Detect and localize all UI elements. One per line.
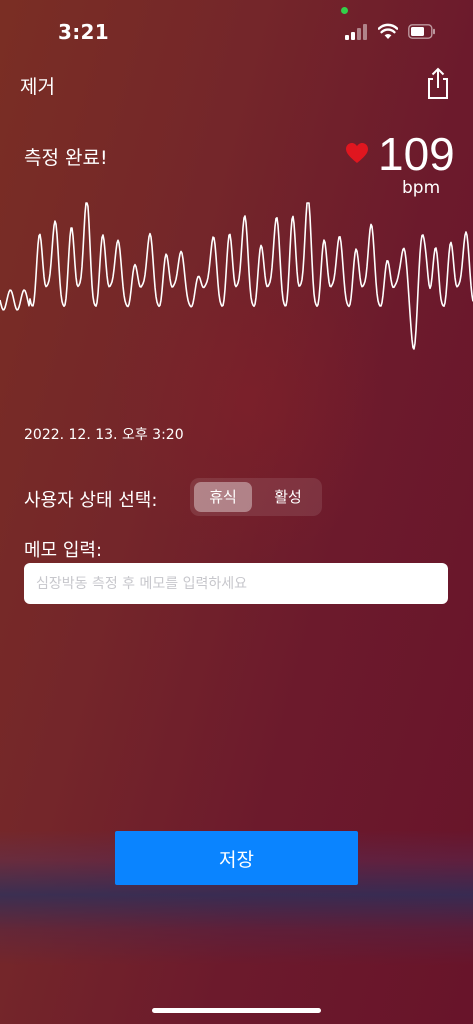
- heart-icon: [346, 143, 368, 163]
- share-icon[interactable]: [424, 66, 452, 100]
- remove-button[interactable]: 제거: [20, 72, 55, 99]
- measurement-status-label: 측정 완료!: [24, 147, 108, 169]
- save-button[interactable]: 저장: [115, 831, 358, 885]
- heart-rate-waveform: [0, 202, 473, 350]
- segment-active[interactable]: 활성: [258, 482, 318, 512]
- home-indicator: [152, 1008, 321, 1013]
- cellular-signal-icon: [345, 24, 369, 40]
- bpm-value: 109: [378, 128, 455, 180]
- measurement-timestamp: 2022. 12. 13. 오후 3:20: [24, 427, 184, 443]
- camera-indicator-dot: [341, 7, 348, 14]
- segment-rest[interactable]: 휴식: [194, 482, 252, 512]
- battery-icon: [408, 24, 435, 39]
- user-state-segmented-control[interactable]: 휴식 활성: [190, 478, 322, 516]
- user-state-label: 사용자 상태 선택:: [24, 490, 158, 511]
- wifi-icon: [378, 23, 398, 39]
- memo-input[interactable]: [24, 563, 448, 604]
- status-time: 3:21: [58, 20, 109, 44]
- memo-label: 메모 입력:: [24, 540, 103, 561]
